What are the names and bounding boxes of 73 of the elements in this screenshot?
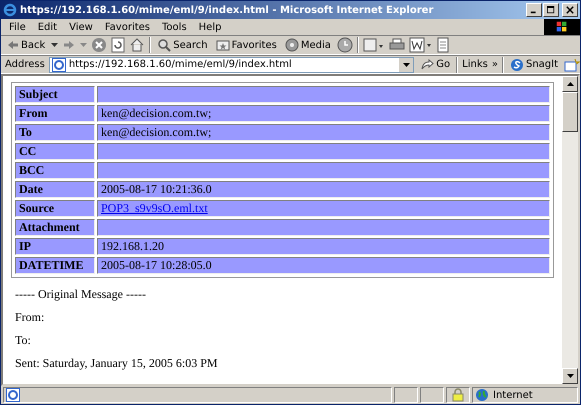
status-panel <box>394 387 418 403</box>
windows-logo-icon <box>544 19 580 35</box>
header-value-cell: 192.168.1.20 <box>97 238 550 255</box>
header-label-cell: CC <box>15 143 95 160</box>
mail-icon[interactable] <box>362 37 385 53</box>
header-label-cell: DATETIME <box>15 257 95 274</box>
links-label[interactable]: Links <box>462 59 488 70</box>
home-icon[interactable] <box>129 37 146 53</box>
address-field[interactable]: https://192.168.1.60/mime/eml/9/index.html <box>48 56 414 72</box>
security-zone-label: Internet <box>493 390 533 400</box>
message-line: From: <box>15 310 46 324</box>
browser-logo-icon <box>3 3 17 17</box>
menu-item[interactable]: Favorites <box>98 22 156 32</box>
close-button[interactable] <box>562 3 578 17</box>
close-icon <box>566 6 574 14</box>
header-label-cell: IP <box>15 238 95 255</box>
menu-item[interactable]: Edit <box>32 22 64 32</box>
disc-icon <box>284 38 299 52</box>
history-icon[interactable] <box>336 37 353 53</box>
search-button[interactable]: Search <box>155 38 210 52</box>
source-file-link[interactable]: POP3_s9v9sO.eml.txt <box>101 201 208 215</box>
header-value-cell: ken@decision.com.tw; <box>97 124 550 141</box>
header-value-cell: 2005-08-17 10:28:05.0 <box>97 257 550 274</box>
search-icon <box>157 38 172 52</box>
back-arrow-icon <box>7 40 19 50</box>
header-value-cell: 2005-08-17 10:21:36.0 <box>97 181 550 198</box>
maximize-icon <box>547 6 555 14</box>
dropdown-arrow-icon[interactable] <box>51 43 58 47</box>
media-button[interactable]: Media <box>282 38 333 52</box>
vertical-scrollbar[interactable] <box>562 76 578 384</box>
refresh-icon[interactable] <box>111 37 126 53</box>
globe-icon <box>475 388 489 402</box>
curved-arrow-icon <box>420 58 434 70</box>
capture-icon[interactable] <box>564 58 580 72</box>
header-label-cell: Date <box>15 181 95 198</box>
dropdown-arrow-icon <box>402 62 410 66</box>
header-label-cell: Subject <box>15 86 95 103</box>
maximize-button[interactable] <box>543 3 559 17</box>
menu-item[interactable]: File <box>3 22 32 32</box>
menu-item[interactable]: Help <box>192 22 228 32</box>
header-value-cell: ken@decision.com.tw; <box>97 105 550 122</box>
edit-icon[interactable] <box>408 37 433 53</box>
header-label-cell: To <box>15 124 95 141</box>
snagit-button[interactable]: SnagIt <box>508 58 560 72</box>
stop-icon[interactable] <box>91 37 108 53</box>
status-panel <box>420 387 444 403</box>
header-label-cell: Source <box>15 200 95 217</box>
lock-icon <box>452 388 464 402</box>
go-button[interactable]: Go <box>418 58 452 70</box>
more-links-chevron[interactable]: » <box>492 59 498 70</box>
document-icon[interactable] <box>436 37 449 53</box>
header-label-cell: Attachment <box>15 219 95 236</box>
back-button[interactable]: Back <box>5 40 48 50</box>
snagit-logo-icon <box>510 58 524 72</box>
menu-item[interactable]: View <box>63 22 99 32</box>
favorites-button[interactable]: Favorites <box>214 39 279 51</box>
star-folder-icon <box>216 39 230 51</box>
minimize-button[interactable] <box>526 3 542 17</box>
header-label-cell: From <box>15 105 95 122</box>
message-line: Sent: Saturday, January 15, 2005 6:03 PM <box>15 356 219 370</box>
scroll-down-arrow-icon[interactable] <box>566 374 574 378</box>
page-icon <box>6 388 20 402</box>
header-label-cell: BCC <box>15 162 95 179</box>
dropdown-button[interactable] <box>398 58 414 72</box>
address-label: Address <box>5 59 45 70</box>
window-title: https://192.168.1.60/mime/eml/9/index.html - Microsoft Internet Explorer <box>20 4 434 16</box>
scrollbar-thumb[interactable] <box>562 92 578 132</box>
scroll-up-arrow-icon[interactable] <box>566 82 574 86</box>
message-line: ----- Original Message ----- <box>15 287 147 301</box>
printer-icon[interactable] <box>388 38 405 52</box>
menu-item[interactable]: Tools <box>156 22 193 32</box>
message-line: To: <box>15 333 32 347</box>
page-icon <box>52 58 66 72</box>
